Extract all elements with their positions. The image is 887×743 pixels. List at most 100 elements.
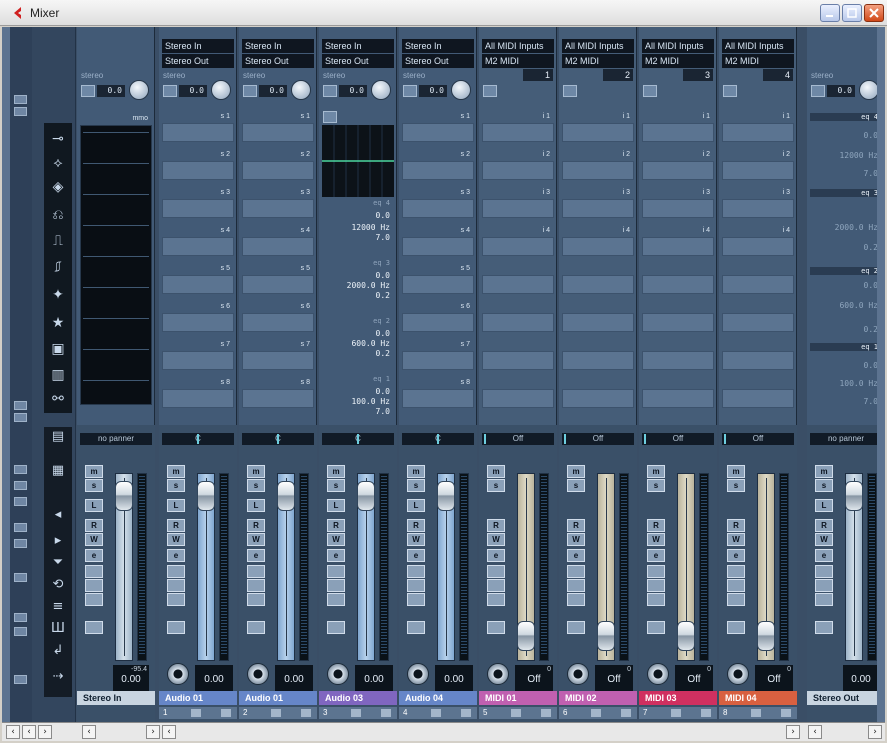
eq-band-value[interactable]: 600.0 Hz (810, 301, 882, 310)
output-routing[interactable]: Stereo Out (402, 54, 474, 68)
input-channels-icon[interactable]: ⊸ (48, 129, 68, 149)
midi-insert-slot[interactable] (722, 313, 794, 332)
midi-insert-slot[interactable] (642, 123, 714, 142)
eq-band-value[interactable]: 0.2 (810, 325, 882, 334)
input-gain-knob[interactable] (291, 80, 311, 100)
eq-bypass-button[interactable] (85, 579, 103, 592)
phase-button[interactable] (81, 85, 95, 97)
output-routing[interactable]: Stereo Out (322, 54, 394, 68)
eq-band-value[interactable]: 0.0 (810, 131, 882, 140)
channel-settings-button[interactable] (247, 621, 265, 634)
volume-display[interactable]: Off 0 (595, 665, 633, 691)
channel-settings-button[interactable] (727, 621, 745, 634)
midi-insert-slot[interactable] (482, 237, 554, 256)
midi-insert-slot[interactable] (562, 351, 634, 370)
send-slot[interactable] (242, 275, 314, 294)
eq-band-value[interactable]: 0.0 (322, 271, 394, 280)
send-slot[interactable] (162, 123, 234, 142)
write-automation-button[interactable]: W (247, 533, 265, 546)
input-gain[interactable]: 0.0 (179, 85, 207, 97)
midi-insert-slot[interactable] (642, 351, 714, 370)
volume-fader-handle[interactable] (277, 481, 295, 511)
input-gain-knob[interactable] (211, 80, 231, 100)
link-icon[interactable]: ⚯ (48, 389, 68, 409)
volume-display[interactable]: 0.00 -95.4 (113, 665, 149, 691)
scroll-right-button-1[interactable]: › (38, 725, 52, 739)
fx-channels-icon[interactable]: ⎌ (48, 205, 68, 225)
close-button[interactable] (864, 4, 884, 22)
input-gain-knob[interactable] (451, 80, 471, 100)
show-common-panel-toggle[interactable] (14, 95, 27, 104)
monitor-button[interactable] (647, 663, 669, 685)
output-routing[interactable]: M2 MIDI (642, 54, 714, 68)
volume-display[interactable]: 0.00 (355, 665, 393, 691)
input-gain[interactable]: 0.0 (339, 85, 367, 97)
send-bypass-button[interactable] (247, 593, 265, 606)
midi-insert-slot[interactable] (562, 237, 634, 256)
edit-channel-button[interactable]: e (167, 549, 185, 562)
edit-instrument-icon[interactable] (621, 709, 631, 717)
eq-band-value[interactable]: 0.0 (810, 361, 882, 370)
eq-band-value[interactable]: 100.0 Hz (322, 397, 394, 406)
show-routing-toggle[interactable] (14, 401, 27, 410)
send-slot[interactable] (242, 351, 314, 370)
instrument-edit-button[interactable] (483, 85, 497, 97)
view-sets-button-6[interactable] (14, 573, 27, 582)
send-slot[interactable] (402, 275, 474, 294)
return-icon[interactable]: ↲ (48, 641, 68, 661)
eq-band-value[interactable]: 7.0 (810, 169, 882, 178)
read-automation-button[interactable]: R (407, 519, 425, 532)
send-bypass-button[interactable] (407, 593, 425, 606)
send-slot[interactable] (402, 199, 474, 218)
write-automation-button[interactable]: W (407, 533, 425, 546)
eq-band-value[interactable]: 100.0 Hz (810, 379, 882, 388)
send-slot[interactable] (402, 389, 474, 408)
eq-band-value[interactable]: 0.2 (322, 349, 394, 358)
view-sets-button-3[interactable] (14, 497, 27, 506)
midi-insert-slot[interactable] (642, 275, 714, 294)
eq-band-value[interactable]: 600.0 Hz (322, 339, 394, 348)
scroll-left-button-2[interactable]: ‹ (22, 725, 36, 739)
volume-fader-handle[interactable] (197, 481, 215, 511)
filter-icon[interactable]: ⏷ (48, 553, 68, 573)
edit-channel-button[interactable]: e (247, 549, 265, 562)
volume-fader-handle[interactable] (677, 621, 695, 651)
output-gain-knob[interactable] (859, 80, 879, 100)
mute-button[interactable]: m (567, 465, 585, 478)
input-routing[interactable]: All MIDI Inputs (642, 39, 714, 53)
send-slot[interactable] (162, 199, 234, 218)
volume-fader-handle[interactable] (757, 621, 775, 651)
volume-fader-handle[interactable] (437, 481, 455, 511)
channel-name[interactable]: Stereo Out (807, 691, 885, 705)
midi-channel[interactable]: 2 (603, 69, 633, 81)
output-gain[interactable]: 0.0 (827, 85, 855, 97)
edit-channel-button[interactable]: e (647, 549, 665, 562)
phase-button[interactable] (243, 85, 257, 97)
midi-insert-slot[interactable] (562, 161, 634, 180)
send-slot[interactable] (242, 237, 314, 256)
input-routing[interactable]: Stereo In (162, 39, 234, 53)
mute-button[interactable]: m (647, 465, 665, 478)
solo-button[interactable]: s (247, 479, 265, 492)
read-automation-button[interactable]: R (167, 519, 185, 532)
scroll-right-button-3[interactable]: › (786, 725, 800, 739)
channel-settings-button[interactable] (85, 621, 103, 634)
input-routing[interactable]: All MIDI Inputs (482, 39, 554, 53)
mute-button[interactable]: m (85, 465, 103, 478)
volume-fader-handle[interactable] (517, 621, 535, 651)
channel-settings-button[interactable] (407, 621, 425, 634)
channel-name[interactable]: Audio 03 (319, 691, 397, 705)
midi-insert-slot[interactable] (722, 237, 794, 256)
instrument-edit-button[interactable] (643, 85, 657, 97)
edit-channel-button[interactable]: e (727, 549, 745, 562)
input-gain-knob[interactable] (129, 80, 149, 100)
output-routing[interactable]: Stereo Out (242, 54, 314, 68)
midi-insert-slot[interactable] (642, 237, 714, 256)
insert-bypass-button[interactable] (567, 565, 585, 578)
edit-channel-button[interactable]: e (567, 549, 585, 562)
write-automation-button[interactable]: W (167, 533, 185, 546)
midi-in-icon[interactable]: ⇢ (48, 667, 68, 687)
channel-type-icon[interactable] (751, 709, 761, 717)
minimize-button[interactable] (820, 4, 840, 22)
output-routing[interactable]: M2 MIDI (722, 54, 794, 68)
